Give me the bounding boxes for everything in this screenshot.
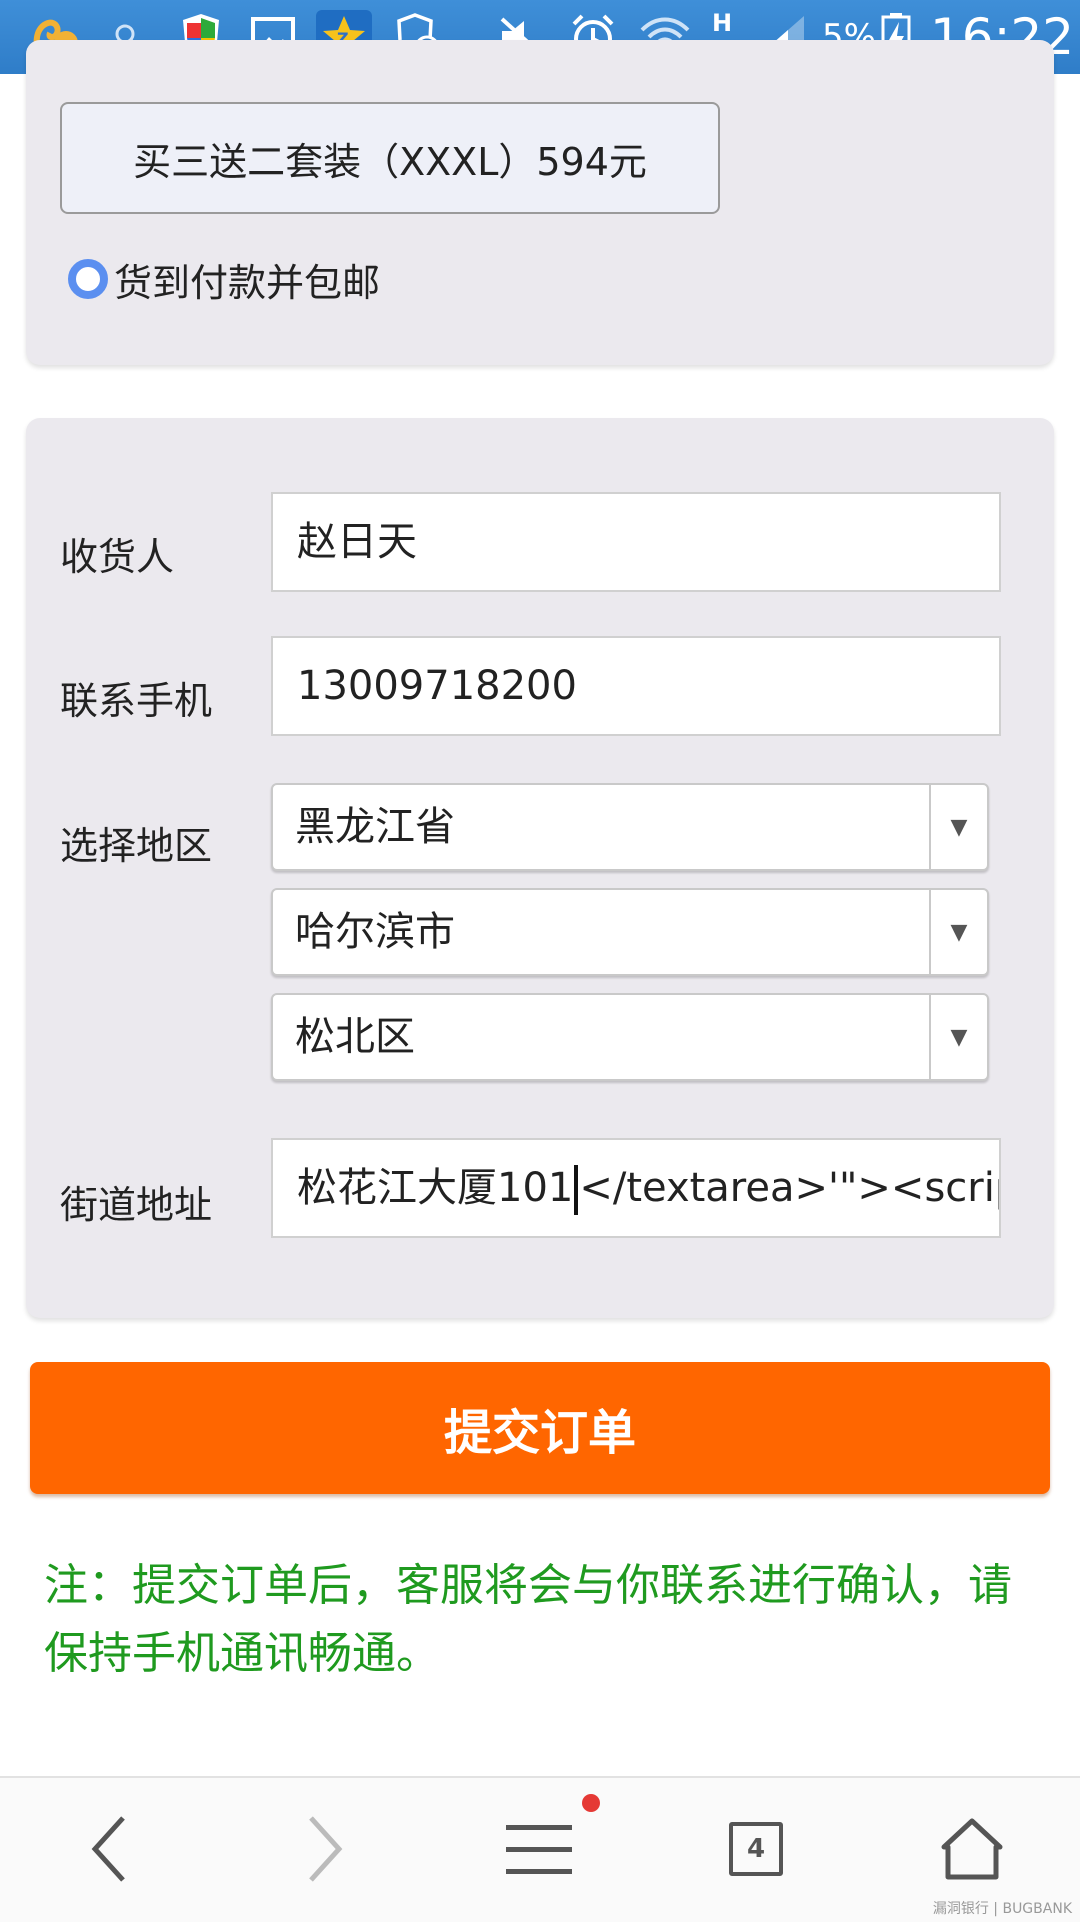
district-select[interactable]: 松北区 ▼ (271, 993, 989, 1081)
street-address-input[interactable]: 松花江大厦101</textarea>'"><script sr (271, 1138, 1001, 1238)
region-label: 选择地区 (60, 824, 213, 868)
home-button[interactable] (917, 1794, 1027, 1904)
district-value: 松北区 (295, 1014, 415, 1060)
browser-bottom-nav: 4 漏洞银行 | BUGBANK (0, 1776, 1080, 1922)
chevron-down-icon[interactable]: ▼ (929, 785, 987, 869)
province-value: 黑龙江省 (295, 804, 455, 850)
payment-option-label: 货到付款并包邮 (114, 260, 381, 305)
street-value-after-caret: </textarea>'"><script sr (579, 1165, 1001, 1211)
menu-button[interactable] (485, 1794, 595, 1904)
watermark: 漏洞银行 | BUGBANK (932, 1901, 1072, 1917)
forward-arrow-icon (309, 1816, 343, 1882)
submit-order-button[interactable]: 提交订单 (30, 1362, 1050, 1494)
chevron-down-icon[interactable]: ▼ (929, 890, 987, 974)
street-value-before-caret: 松花江大厦101 (297, 1165, 574, 1211)
tab-count-icon: 4 (729, 1822, 783, 1876)
package-option-button[interactable]: 买三送二套装（XXXL）594元 (60, 102, 720, 214)
phone-label: 联系手机 (60, 679, 213, 723)
province-select[interactable]: 黑龙江省 ▼ (271, 783, 989, 871)
menu-icon (506, 1825, 572, 1874)
payment-option[interactable]: 货到付款并包邮 (68, 256, 380, 305)
notification-dot (582, 1794, 600, 1812)
chevron-down-icon[interactable]: ▼ (929, 995, 987, 1079)
order-note: 注：提交订单后，客服将会与你联系进行确认，请保持手机通讯畅通。 (44, 1560, 1012, 1679)
forward-button[interactable] (270, 1794, 380, 1904)
phone-input[interactable]: 13009718200 (271, 636, 1001, 736)
street-label: 街道地址 (60, 1183, 213, 1227)
radio-selected-icon[interactable] (68, 259, 108, 299)
back-button[interactable] (54, 1794, 164, 1904)
city-value: 哈尔滨市 (295, 909, 455, 955)
recipient-label: 收货人 (60, 535, 175, 579)
recipient-input[interactable]: 赵日天 (271, 492, 1001, 592)
text-caret (574, 1165, 579, 1215)
city-select[interactable]: 哈尔滨市 ▼ (271, 888, 989, 976)
back-arrow-icon (91, 1816, 125, 1882)
home-icon (941, 1818, 1003, 1880)
tabs-button[interactable]: 4 (701, 1794, 811, 1904)
